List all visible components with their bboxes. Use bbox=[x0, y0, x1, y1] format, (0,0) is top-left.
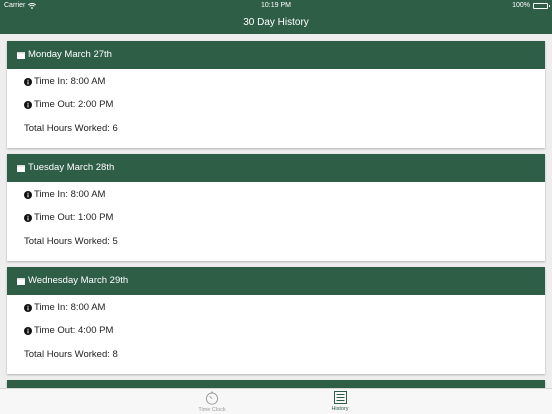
total-hours: Total Hours Worked: 8 bbox=[24, 349, 118, 360]
day-card-header: Tuesday March 28th bbox=[7, 154, 545, 182]
tab-time-clock[interactable]: Time Clock bbox=[182, 391, 242, 413]
time-in-row: Time In: 8:00 AM bbox=[24, 76, 105, 87]
calendar-icon bbox=[17, 164, 25, 172]
calendar-icon bbox=[17, 277, 25, 285]
info-icon bbox=[24, 190, 32, 199]
day-card-partial bbox=[7, 380, 545, 388]
time-out-row: Time Out: 2:00 PM bbox=[24, 99, 113, 110]
day-date: Tuesday March 28th bbox=[28, 162, 115, 173]
day-date: Monday March 27th bbox=[28, 49, 112, 60]
day-card-header: Monday March 27th bbox=[7, 41, 545, 69]
day-card-body: Time In: 8:00 AM Time Out: 4:00 PM Total… bbox=[7, 295, 545, 374]
day-card: Monday March 27th Time In: 8:00 AM Time … bbox=[7, 41, 545, 148]
day-card-body: Time In: 8:00 AM Time Out: 1:00 PM Total… bbox=[7, 182, 545, 261]
info-icon bbox=[24, 213, 32, 222]
total-hours: Total Hours Worked: 5 bbox=[24, 236, 118, 247]
day-card: Tuesday March 28th Time In: 8:00 AM Time… bbox=[7, 154, 545, 261]
tab-time-clock-label: Time Clock bbox=[198, 407, 226, 413]
status-right: 100% bbox=[512, 0, 550, 12]
time-in: Time In: 8:00 AM bbox=[34, 189, 106, 200]
page-title: 30 Day History bbox=[243, 17, 309, 28]
status-bar: Carrier 10:19 PM 100% bbox=[0, 0, 552, 12]
info-icon bbox=[24, 77, 32, 86]
battery-percent: 100% bbox=[512, 2, 530, 9]
tab-history[interactable]: History bbox=[310, 391, 370, 412]
time-out-row: Time Out: 1:00 PM bbox=[24, 212, 113, 223]
calendar-icon bbox=[17, 51, 25, 59]
day-card-body: Time In: 8:00 AM Time Out: 2:00 PM Total… bbox=[7, 69, 545, 148]
battery-icon bbox=[533, 3, 550, 9]
info-icon bbox=[24, 100, 32, 109]
info-icon bbox=[24, 303, 32, 312]
time-in: Time In: 8:00 AM bbox=[34, 302, 106, 313]
time-out-row: Time Out: 4:00 PM bbox=[24, 325, 113, 336]
history-list[interactable]: Monday March 27th Time In: 8:00 AM Time … bbox=[0, 34, 552, 388]
time-in: Time In: 8:00 AM bbox=[34, 76, 106, 87]
day-card-header bbox=[7, 380, 545, 388]
day-date: Wednesday March 29th bbox=[28, 275, 129, 286]
nav-bar: 30 Day History bbox=[0, 12, 552, 34]
day-card-header: Wednesday March 29th bbox=[7, 267, 545, 295]
list-icon bbox=[333, 391, 347, 404]
stopwatch-icon bbox=[205, 391, 219, 405]
status-time: 10:19 PM bbox=[261, 2, 291, 9]
time-out: Time Out: 2:00 PM bbox=[34, 99, 114, 110]
time-out: Time Out: 4:00 PM bbox=[34, 325, 114, 336]
info-icon bbox=[24, 326, 32, 335]
day-card: Wednesday March 29th Time In: 8:00 AM Ti… bbox=[7, 267, 545, 374]
total-hours: Total Hours Worked: 6 bbox=[24, 123, 118, 134]
tab-bar: Time Clock History bbox=[0, 388, 552, 414]
tab-history-label: History bbox=[331, 406, 349, 412]
time-in-row: Time In: 8:00 AM bbox=[24, 189, 105, 200]
time-out: Time Out: 1:00 PM bbox=[34, 212, 114, 223]
time-in-row: Time In: 8:00 AM bbox=[24, 302, 105, 313]
